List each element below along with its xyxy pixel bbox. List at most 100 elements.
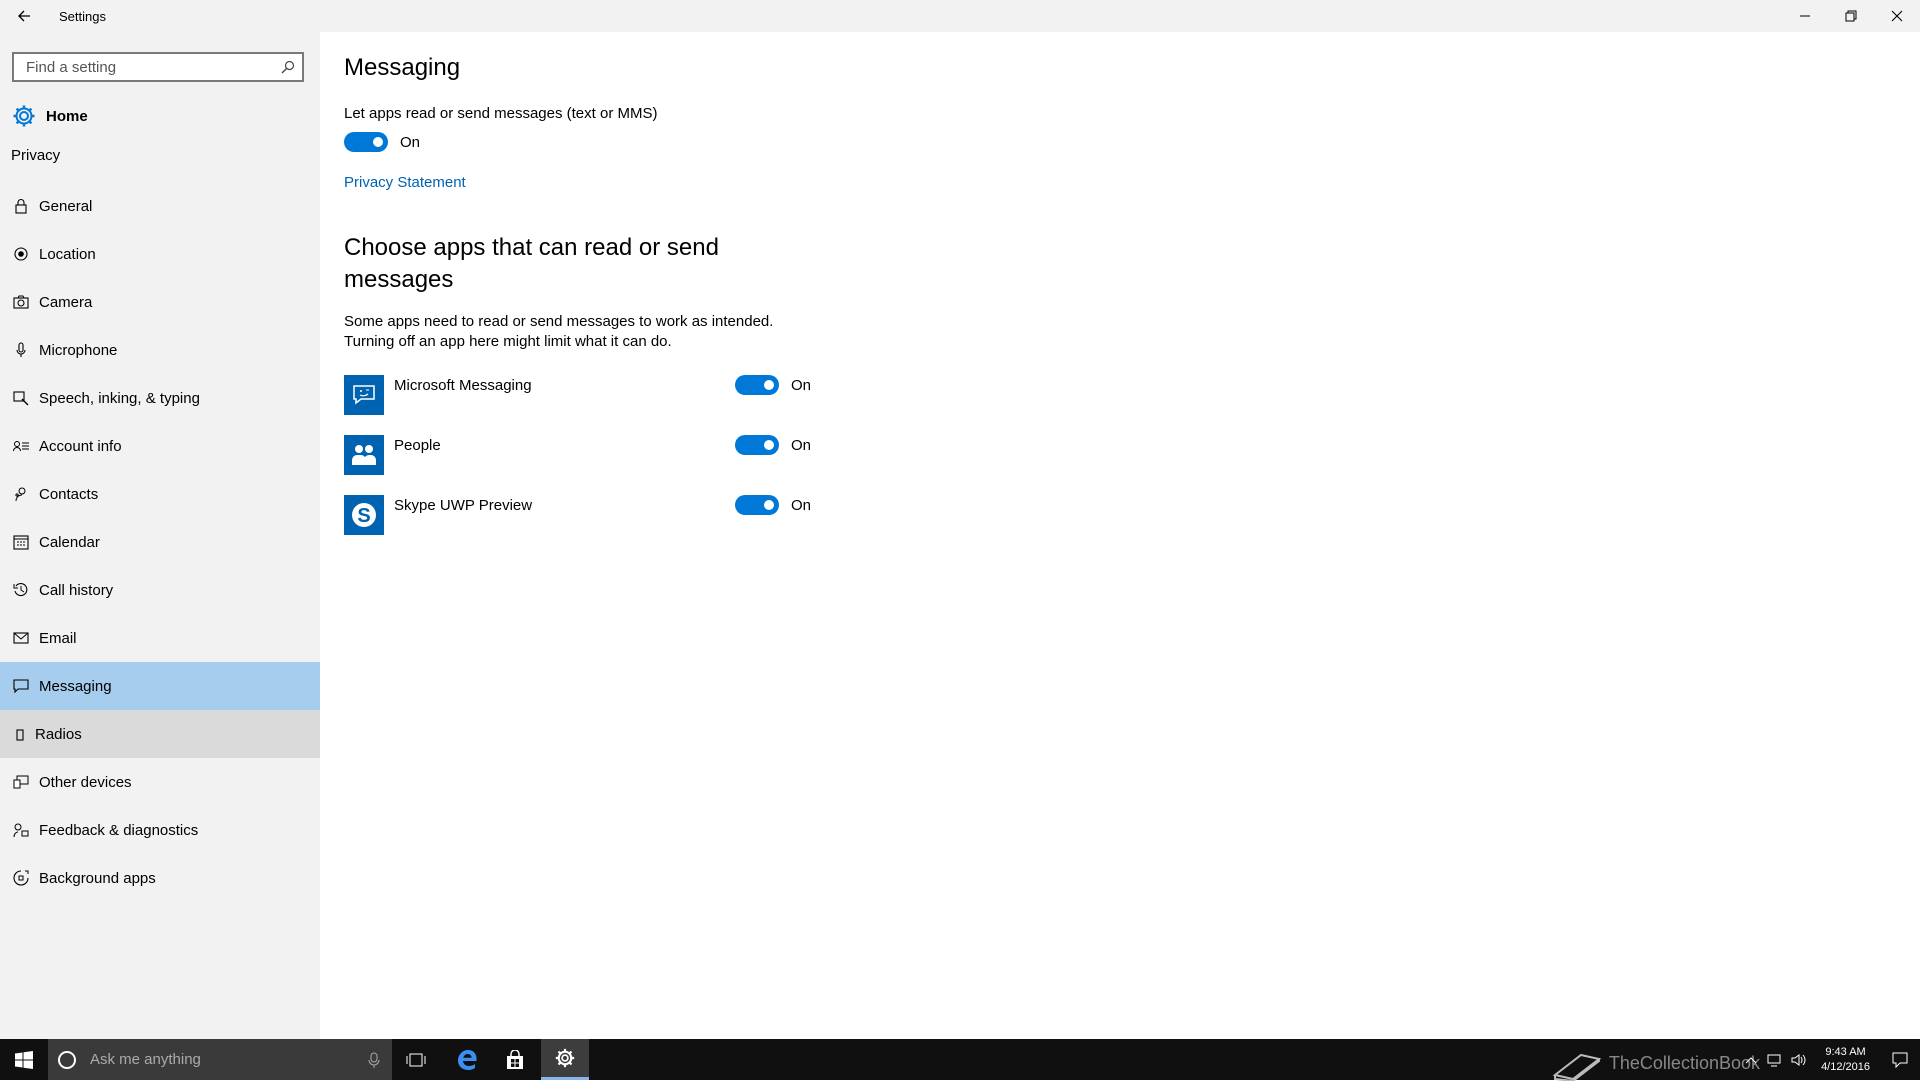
nav-label: Background apps <box>39 869 156 887</box>
skype-app-icon: S <box>344 495 384 535</box>
section-label: Privacy <box>11 147 61 164</box>
history-icon <box>11 580 31 600</box>
nav-item-speech[interactable]: Speech, inking, & typing <box>0 374 320 422</box>
nav-item-other-devices[interactable]: Other devices <box>0 758 320 806</box>
app-row-skype: S Skype UWP Preview On <box>344 495 811 535</box>
nav-label: Other devices <box>39 773 132 791</box>
speech-icon <box>11 388 31 408</box>
cortana-placeholder: Ask me anything <box>90 1051 201 1068</box>
title-bar: Settings <box>0 0 1920 32</box>
toggle-knob <box>373 137 383 147</box>
feedback-icon <box>11 820 31 840</box>
nav-item-background-apps[interactable]: Background apps <box>0 854 320 902</box>
task-view-button[interactable] <box>392 1039 440 1080</box>
apps-description: Some apps need to read or send messages … <box>344 312 804 352</box>
main-toggle-row: On <box>344 132 420 152</box>
nav-item-location[interactable]: Location <box>0 230 320 278</box>
app-name: People <box>394 437 441 454</box>
back-arrow-icon <box>18 10 30 22</box>
contacts-icon <box>11 484 31 504</box>
people-app-icon <box>344 435 384 475</box>
nav-label: Camera <box>39 293 93 311</box>
app-toggle-row: On <box>735 375 811 395</box>
nav-item-camera[interactable]: Camera <box>0 278 320 326</box>
home-button[interactable]: Home <box>0 94 320 138</box>
account-info-icon <box>11 436 31 456</box>
start-button[interactable] <box>0 1039 48 1080</box>
book-icon <box>1552 1053 1602 1081</box>
apps-description-line: Some apps need to read or send messages … <box>344 313 774 330</box>
minimize-button[interactable] <box>1782 0 1828 32</box>
clock[interactable]: 9:43 AM 4/12/2016 <box>1821 1045 1870 1075</box>
minimize-icon <box>1800 15 1810 17</box>
app-row-people: People On <box>344 435 811 475</box>
privacy-nav: General Location Camera Microphone Speec… <box>0 182 320 902</box>
nav-label: Email <box>39 629 77 647</box>
toggle-knob <box>764 500 774 510</box>
volume-icon[interactable] <box>1787 1053 1811 1067</box>
lock-icon <box>11 196 31 216</box>
store-icon <box>507 1049 523 1069</box>
toggle-state: On <box>400 133 421 151</box>
camera-icon <box>11 292 31 312</box>
nav-item-radios[interactable]: Radios <box>0 710 320 758</box>
nav-item-account-info[interactable]: Account info <box>0 422 320 470</box>
task-view-icon <box>406 1053 426 1066</box>
nav-label: General <box>39 197 93 215</box>
search-box[interactable] <box>12 52 304 82</box>
nav-item-feedback[interactable]: Feedback & diagnostics <box>0 806 320 854</box>
toggle-knob <box>764 380 774 390</box>
toggle-state: On <box>791 496 812 514</box>
nav-label: Feedback & diagnostics <box>39 821 199 839</box>
app-toggle[interactable] <box>735 375 779 395</box>
nav-item-email[interactable]: Email <box>0 614 320 662</box>
microphone-icon[interactable] <box>368 1052 380 1068</box>
search-input[interactable] <box>24 53 274 81</box>
app-row-microsoft-messaging: Microsoft Messaging On <box>344 375 811 415</box>
window-title: Settings <box>59 8 106 24</box>
calendar-icon <box>11 532 31 552</box>
nav-label: Call history <box>39 581 114 599</box>
chevron-up-icon[interactable] <box>1739 1056 1763 1064</box>
window-controls <box>1782 0 1920 32</box>
watermark-text: TheCollectionBook <box>1608 1052 1760 1073</box>
sidebar: Home Privacy General Location Camera Mic… <box>0 32 320 1039</box>
clock-date: 4/12/2016 <box>1821 1060 1870 1073</box>
close-button[interactable] <box>1874 0 1920 32</box>
nav-label: Location <box>39 245 96 263</box>
privacy-statement-link[interactable]: Privacy Statement <box>344 174 466 191</box>
store-button[interactable] <box>491 1039 539 1080</box>
nav-label: Microphone <box>39 341 118 359</box>
nav-item-messaging[interactable]: Messaging <box>0 662 320 710</box>
clock-time: 9:43 AM <box>1825 1045 1866 1058</box>
nav-item-contacts[interactable]: Contacts <box>0 470 320 518</box>
message-icon <box>11 676 31 696</box>
settings-taskbar-button[interactable] <box>541 1039 589 1080</box>
windows-logo-icon <box>15 1050 33 1069</box>
action-center-icon[interactable] <box>1880 1052 1920 1068</box>
nav-item-general[interactable]: General <box>0 182 320 230</box>
cortana-search-box[interactable]: Ask me anything <box>48 1039 392 1080</box>
search-icon[interactable] <box>274 60 302 74</box>
back-button[interactable] <box>0 0 48 32</box>
edge-button[interactable] <box>443 1039 491 1080</box>
network-icon[interactable] <box>1763 1053 1787 1067</box>
taskbar: Ask me anything TheCollectionBook 9:43 A… <box>0 1039 1920 1081</box>
close-icon <box>1891 10 1903 22</box>
messaging-toggle[interactable] <box>344 132 388 152</box>
nav-item-call-history[interactable]: Call history <box>0 566 320 614</box>
app-toggle-row: On <box>735 495 811 515</box>
edge-icon <box>458 1049 477 1070</box>
setting-description: Let apps read or send messages (text or … <box>344 105 658 122</box>
nav-item-microphone[interactable]: Microphone <box>0 326 320 374</box>
nav-item-calendar[interactable]: Calendar <box>0 518 320 566</box>
nav-label: Account info <box>39 437 122 455</box>
nav-label: Calendar <box>39 533 100 551</box>
nav-label: Speech, inking, & typing <box>39 389 200 407</box>
app-toggle[interactable] <box>735 435 779 455</box>
svg-text:S: S <box>357 505 370 527</box>
app-toggle[interactable] <box>735 495 779 515</box>
nav-label: Radios <box>35 725 82 743</box>
toggle-knob <box>764 440 774 450</box>
restore-button[interactable] <box>1828 0 1874 32</box>
